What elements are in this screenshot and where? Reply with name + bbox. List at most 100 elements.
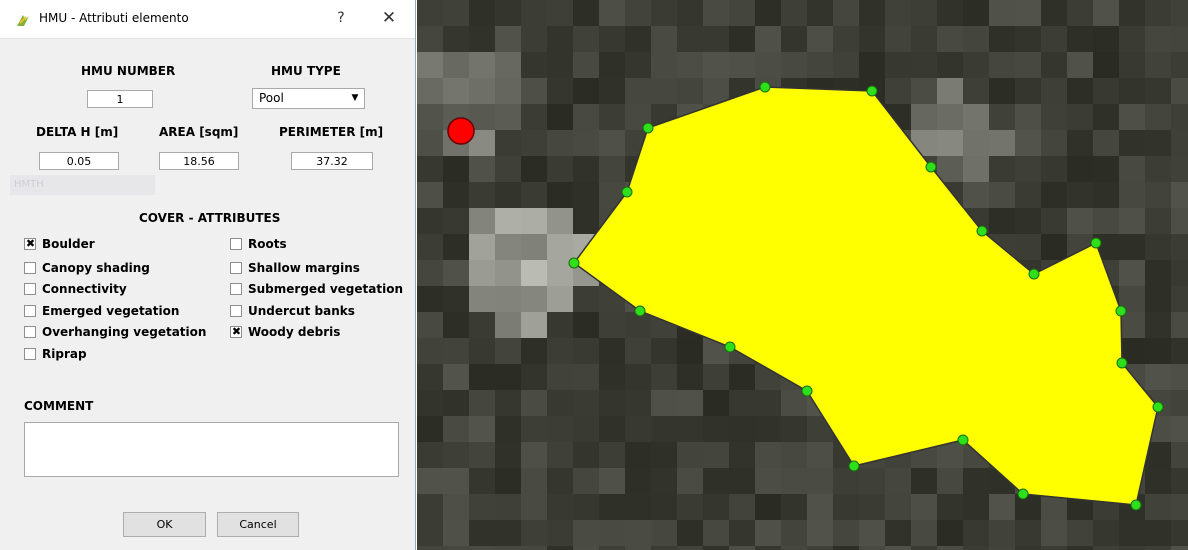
raster-cell: [1041, 130, 1067, 156]
polygon-vertex[interactable]: [957, 434, 969, 446]
raster-cell: [703, 26, 729, 52]
help-button[interactable]: ?: [328, 6, 354, 30]
polygon-vertex[interactable]: [1152, 401, 1164, 413]
raster-cell: [859, 468, 885, 494]
delta-h-field[interactable]: [39, 152, 119, 170]
checkbox-box[interactable]: [24, 237, 36, 251]
checkbox-box[interactable]: [230, 262, 242, 274]
checkbox-box[interactable]: [24, 348, 36, 360]
polygon-vertex[interactable]: [724, 341, 736, 353]
raster-cell: [417, 546, 443, 550]
close-button[interactable]: ✕: [376, 6, 402, 30]
chevron-down-icon[interactable]: ▼: [346, 89, 364, 108]
polygon-vertex[interactable]: [621, 186, 633, 198]
raster-cell: [729, 390, 755, 416]
raster-cell: [703, 52, 729, 78]
raster-cell: [469, 338, 495, 364]
raster-cell: [521, 260, 547, 286]
comment-textarea[interactable]: [24, 422, 399, 477]
checkbox-box[interactable]: [24, 305, 36, 317]
checkbox-emerged-vegetation[interactable]: Emerged vegetation: [24, 304, 179, 318]
checkbox-box[interactable]: [230, 283, 242, 295]
raster-cell: [625, 546, 651, 550]
polygon-vertex[interactable]: [1115, 305, 1127, 317]
map-svg: [417, 0, 1188, 550]
raster-cell: [1119, 156, 1145, 182]
point-marker[interactable]: [447, 117, 475, 145]
raster-cell: [495, 520, 521, 546]
area-field[interactable]: [159, 152, 239, 170]
checkbox-submerged-vegetation[interactable]: Submerged vegetation: [230, 282, 403, 296]
polygon-vertex[interactable]: [634, 305, 646, 317]
polygon-vertex[interactable]: [801, 385, 813, 397]
checkbox-box[interactable]: [24, 283, 36, 295]
checkbox-box[interactable]: [230, 238, 242, 250]
checkbox-boulder[interactable]: Boulder: [24, 237, 95, 251]
checkbox-riprap[interactable]: Riprap: [24, 347, 87, 361]
raster-cell: [443, 494, 469, 520]
raster-cell: [521, 520, 547, 546]
map-canvas[interactable]: [417, 0, 1188, 550]
raster-cell: [989, 182, 1015, 208]
perimeter-field[interactable]: [291, 152, 373, 170]
checkbox-undercut-banks[interactable]: Undercut banks: [230, 304, 355, 318]
raster-cell: [469, 156, 495, 182]
polygon-vertex[interactable]: [1090, 237, 1102, 249]
raster-cell: [573, 416, 599, 442]
raster-cell: [937, 52, 963, 78]
cancel-button[interactable]: Cancel: [217, 512, 299, 537]
raster-cell: [495, 234, 521, 260]
raster-cell: [963, 494, 989, 520]
raster-cell: [521, 104, 547, 130]
polygon-vertex[interactable]: [759, 81, 771, 93]
polygon-vertex[interactable]: [1116, 357, 1128, 369]
checkbox-box[interactable]: [230, 305, 242, 317]
checkbox-box[interactable]: [24, 326, 36, 338]
polygon-vertex[interactable]: [568, 257, 580, 269]
raster-cell: [521, 546, 547, 550]
raster-cell: [911, 78, 937, 104]
checkbox-label: Woody debris: [248, 325, 341, 339]
raster-cell: [573, 364, 599, 390]
polygon-vertex[interactable]: [866, 85, 878, 97]
checkbox-roots[interactable]: Roots: [230, 237, 287, 251]
raster-cell: [547, 26, 573, 52]
checkbox-connectivity[interactable]: Connectivity: [24, 282, 127, 296]
raster-cell: [807, 0, 833, 26]
raster-cell: [573, 520, 599, 546]
raster-cell: [963, 130, 989, 156]
raster-cell: [1171, 234, 1188, 260]
raster-cell: [625, 468, 651, 494]
raster-cell: [937, 494, 963, 520]
checkbox-woody-debris[interactable]: Woody debris: [230, 325, 340, 339]
raster-cell: [1119, 104, 1145, 130]
checkbox-overhanging-vegetation[interactable]: Overhanging vegetation: [24, 325, 206, 339]
raster-cell: [521, 234, 547, 260]
polygon-vertex[interactable]: [1028, 268, 1040, 280]
raster-cell: [599, 546, 625, 550]
checkbox-box[interactable]: [24, 262, 36, 274]
polygon-vertex[interactable]: [925, 161, 937, 173]
checkbox-shallow-margins[interactable]: Shallow margins: [230, 261, 360, 275]
raster-cell: [1119, 26, 1145, 52]
polygon-vertex[interactable]: [848, 460, 860, 472]
hmu-type-select[interactable]: Pool ▼: [252, 88, 365, 109]
raster-cell: [1145, 338, 1171, 364]
checkbox-box[interactable]: [230, 325, 242, 339]
raster-cell: [937, 546, 963, 550]
polygon-vertex[interactable]: [1017, 488, 1029, 500]
polygon-vertex[interactable]: [1130, 499, 1142, 511]
raster-cell: [1145, 156, 1171, 182]
polygon-vertex[interactable]: [642, 122, 654, 134]
raster-cell: [989, 156, 1015, 182]
raster-cell: [495, 494, 521, 520]
hmu-number-field[interactable]: [87, 90, 153, 108]
raster-cell: [625, 494, 651, 520]
raster-cell: [937, 0, 963, 26]
polygon-vertex[interactable]: [976, 225, 988, 237]
raster-cell: [677, 520, 703, 546]
checkbox-label: Connectivity: [42, 282, 127, 296]
raster-cell: [937, 130, 963, 156]
checkbox-canopy-shading[interactable]: Canopy shading: [24, 261, 150, 275]
ok-button[interactable]: OK: [123, 512, 206, 537]
